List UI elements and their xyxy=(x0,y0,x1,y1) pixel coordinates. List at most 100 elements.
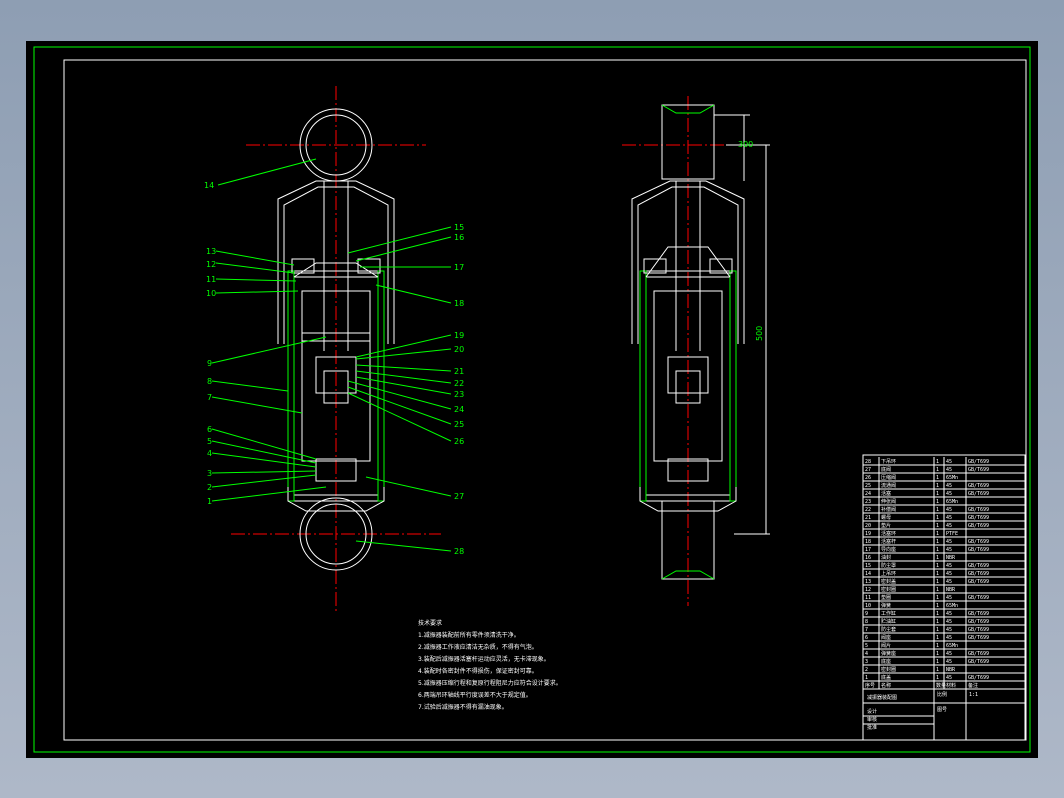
reviewer-label: 审核 xyxy=(867,716,877,723)
part-label: 9 xyxy=(207,359,212,368)
bom-cell: GB/T699 xyxy=(968,571,989,577)
labels-left: 14 13 12 11 10 9 8 7 6 5 4 3 2 1 xyxy=(204,181,216,506)
cad-drawing: 14 13 12 11 10 9 8 7 6 5 4 3 2 1 15 16 1… xyxy=(33,46,1031,753)
drawing-title: 减振器装配图 xyxy=(867,694,897,701)
bom-cell: GB/T699 xyxy=(968,579,989,585)
bom-header-cell: 备注 xyxy=(968,682,978,689)
leader-10 xyxy=(215,290,299,294)
bom-cell: 45 xyxy=(946,675,952,681)
bom-cell: 3 xyxy=(865,659,868,665)
bom-cell: 12 xyxy=(865,587,871,593)
bom-header-cell: 数量 xyxy=(936,682,946,689)
bom-header-cell: 材料 xyxy=(946,682,956,689)
note-line: 6.两端吊环轴线平行度误差不大于规定值。 xyxy=(418,691,532,699)
note-line: 3.装配后减振器活塞杆运动应灵活，无卡滞现象。 xyxy=(418,655,550,663)
bom-cell: 1 xyxy=(936,627,939,633)
bom-cell: GB/T699 xyxy=(968,611,989,617)
part-label: 21 xyxy=(454,367,464,376)
bom-cell: 28 xyxy=(865,459,871,465)
notes-title: 技术要求 xyxy=(418,619,442,627)
hatch-left xyxy=(287,270,295,502)
bom-cell: 螺母 xyxy=(881,514,891,521)
bom-cell: 导向座 xyxy=(881,546,896,553)
bom-cell: 1 xyxy=(936,547,939,553)
bom-header-cell: 序号 xyxy=(865,682,875,689)
bom-cell: 防尘套 xyxy=(881,626,896,633)
left-leaders xyxy=(211,158,452,552)
part-label: 27 xyxy=(454,492,464,501)
bom-cell: 密封圈 xyxy=(881,586,896,593)
bom-cell: 弹簧座 xyxy=(881,650,896,657)
part-label: 7 xyxy=(207,393,212,402)
bom-cell: 22 xyxy=(865,507,871,513)
bom-cell: 1 xyxy=(936,587,939,593)
technical-notes: 技术要求 1.减振器装配前所有零件须清洗干净。 2.减振器工作液应清洁无杂质，不… xyxy=(418,619,562,711)
bom-cell: 1 xyxy=(936,555,939,561)
right-view: 300 500 xyxy=(622,96,770,606)
note-line: 5.减振器压缩行程和复原行程阻尼力应符合设计要求。 xyxy=(418,679,562,687)
bom-cell: GB/T699 xyxy=(968,483,989,489)
bom-cell: GB/T699 xyxy=(968,595,989,601)
bom-cell: 7 xyxy=(865,627,868,633)
bom-cell: GB/T699 xyxy=(968,619,989,625)
scale-label: 比例 xyxy=(937,691,947,698)
part-label: 8 xyxy=(207,377,212,386)
bom-cell: 1 xyxy=(936,675,939,681)
bom-cell: NBR xyxy=(946,667,956,673)
bom-cell: 底盖 xyxy=(881,674,891,681)
bom-cell: 阀座 xyxy=(881,634,891,641)
leader-14 xyxy=(217,158,317,186)
bom-cell: 21 xyxy=(865,515,871,521)
bom-cell: 45 xyxy=(946,659,952,665)
bom-cell: 9 xyxy=(865,611,868,617)
leader-12 xyxy=(215,262,295,274)
bom-cell: 45 xyxy=(946,579,952,585)
drawing-viewport[interactable]: 14 13 12 11 10 9 8 7 6 5 4 3 2 1 15 16 1… xyxy=(26,41,1038,758)
bom-cell: 上吊环 xyxy=(881,570,896,577)
bom-cell: 弹簧 xyxy=(881,602,891,609)
bom-cell: 1 xyxy=(936,643,939,649)
bom-cell: 垫片 xyxy=(881,522,891,529)
leader-26 xyxy=(347,392,452,442)
left-view xyxy=(231,86,441,611)
bom-cell: 油封 xyxy=(881,554,891,561)
part-label: 15 xyxy=(454,223,464,232)
bom-cell: 底阀 xyxy=(881,466,891,473)
bom-cell: 11 xyxy=(865,595,871,601)
bom-cell: GB/T699 xyxy=(968,459,989,465)
leader-3 xyxy=(211,470,317,474)
bom-cell: 23 xyxy=(865,499,871,505)
part-label: 13 xyxy=(206,247,216,256)
bom-cell: 防尘罩 xyxy=(881,562,896,569)
bom-cell: 14 xyxy=(865,571,871,577)
bom-cell: 补偿阀 xyxy=(881,506,896,513)
bom-cell: 垫圈 xyxy=(881,594,891,601)
bom-cell: 19 xyxy=(865,531,871,537)
bom-cell: 45 xyxy=(946,523,952,529)
part-label: 28 xyxy=(454,547,464,556)
bom-cell: 1 xyxy=(936,611,939,617)
bom-cell: GB/T699 xyxy=(968,659,989,665)
bom-cell: 下吊环 xyxy=(881,459,896,465)
leader-25 xyxy=(347,386,452,425)
bom-cell: 15 xyxy=(865,563,871,569)
bom-cell: 10 xyxy=(865,603,871,609)
bill-of-materials: 28 下吊环 1 45 GB/T69927 底阀 1 45 GB/T69926 压缩阀 1 65Mn2… xyxy=(862,454,1026,741)
bom-cell: 流通阀 xyxy=(881,482,896,489)
hatch-right xyxy=(377,270,385,502)
bom-cell: 1 xyxy=(936,507,939,513)
bom-cell: GB/T699 xyxy=(968,563,989,569)
part-label: 16 xyxy=(454,233,464,242)
bom-cell: GB/T699 xyxy=(968,539,989,545)
bom-cell: 2 xyxy=(865,667,868,673)
bom-cell: 65Mn xyxy=(946,603,958,609)
bom-cell: GB/T699 xyxy=(968,515,989,521)
bom-cell: 贮油缸 xyxy=(881,618,896,625)
bom-cell: 1 xyxy=(936,459,939,465)
part-label: 4 xyxy=(207,449,212,458)
bom-cell: GB/T699 xyxy=(968,547,989,553)
bom-cell: 活塞 xyxy=(881,490,891,497)
bom-cell: 20 xyxy=(865,523,871,529)
part-label: 25 xyxy=(454,420,464,429)
bom-cell: 45 xyxy=(946,571,952,577)
